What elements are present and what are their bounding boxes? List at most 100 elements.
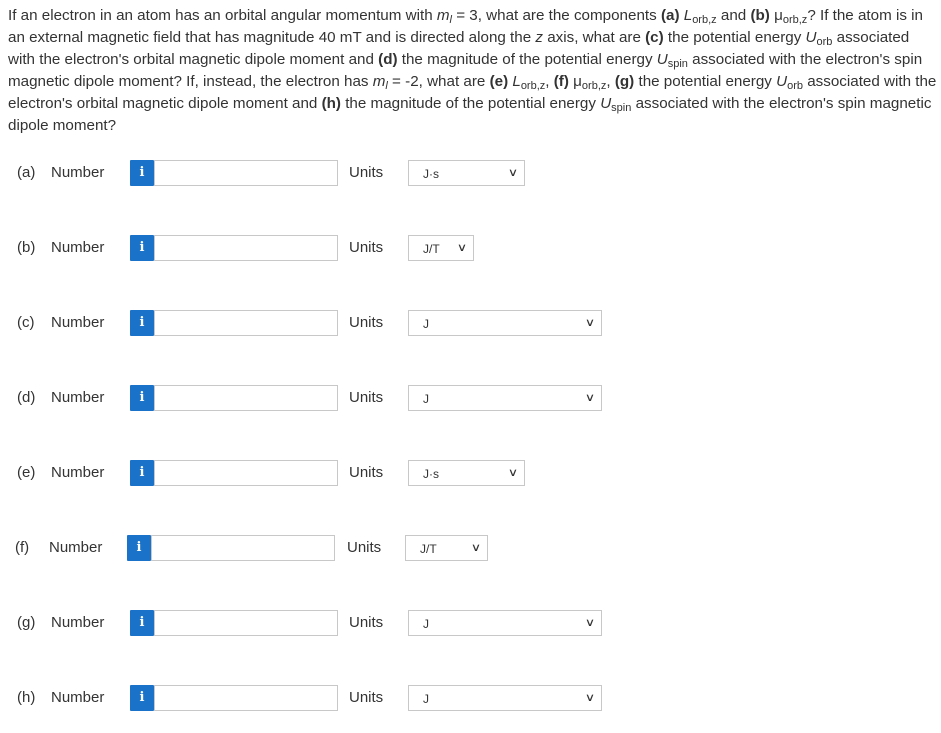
units-label: Units — [349, 464, 384, 481]
subscript-spin: spin — [611, 102, 632, 114]
question-fragment: the magnitude of the potential energy — [397, 51, 657, 68]
units-dropdown[interactable]: J ∨ — [408, 685, 602, 711]
subscript-orb: orb — [816, 36, 833, 48]
part-label: (f) — [15, 539, 30, 556]
symbol-U: U — [805, 29, 817, 46]
units-label: Units — [349, 164, 384, 181]
answer-row-a: (a) Number i Units J·s ∨ — [0, 157, 941, 189]
units-selected-value: J — [423, 317, 429, 331]
info-icon[interactable]: i — [130, 310, 154, 336]
units-selected-value: J — [423, 392, 429, 406]
units-dropdown[interactable]: J/T ∨ — [405, 535, 488, 561]
subscript-orb: orb — [787, 80, 803, 92]
number-label: Number — [51, 314, 105, 331]
symbol-L: L — [683, 7, 693, 24]
part-label: (e) — [17, 464, 36, 481]
info-icon[interactable]: i — [130, 610, 154, 636]
part-label: (h) — [17, 689, 36, 706]
chevron-down-icon: ∨ — [470, 541, 482, 554]
units-dropdown[interactable]: J ∨ — [408, 385, 602, 411]
info-icon[interactable]: i — [130, 385, 154, 411]
chevron-down-icon: ∨ — [584, 616, 596, 629]
symbol-U: U — [600, 95, 612, 112]
units-dropdown[interactable]: J·s ∨ — [408, 460, 525, 486]
row-label: (a) Number — [17, 164, 104, 181]
units-selected-value: J — [423, 617, 429, 631]
part-g-marker: (g) — [614, 73, 635, 90]
units-label: Units — [349, 314, 384, 331]
number-label: Number — [51, 464, 105, 481]
subscript-orbz: orb,z — [520, 80, 546, 92]
units-label: Units — [349, 389, 384, 406]
symbol-L: L — [512, 73, 521, 90]
symbol-U: U — [656, 51, 668, 68]
info-icon[interactable]: i — [130, 685, 154, 711]
part-label: (b) — [17, 239, 36, 256]
subscript-orbz: orb,z — [782, 14, 808, 26]
chevron-down-icon: ∨ — [584, 391, 596, 404]
number-input[interactable] — [151, 535, 335, 561]
part-d-marker: (d) — [378, 51, 398, 68]
info-icon[interactable]: i — [130, 235, 154, 261]
symbol-mu: μ — [774, 7, 783, 24]
symbol-U: U — [776, 73, 788, 90]
answer-row-e: (e) Number i Units J·s ∨ — [0, 457, 941, 489]
number-label: Number — [51, 614, 105, 631]
row-label: (g) Number — [17, 614, 104, 631]
symbol-m: m — [436, 7, 450, 24]
question-fragment: , — [545, 73, 554, 90]
units-label: Units — [347, 539, 382, 556]
answer-row-d: (d) Number i Units J ∨ — [0, 382, 941, 414]
part-label: (a) — [17, 164, 36, 181]
units-label: Units — [349, 614, 384, 631]
units-label: Units — [349, 689, 384, 706]
part-b-marker: (b) — [750, 7, 770, 24]
subscript-orbz: orb,z — [581, 80, 607, 92]
units-dropdown[interactable]: J ∨ — [408, 610, 602, 636]
part-c-marker: (c) — [645, 29, 664, 46]
row-label: (h) Number — [17, 689, 104, 706]
chevron-down-icon: ∨ — [584, 691, 596, 704]
part-label: (d) — [17, 389, 36, 406]
units-dropdown[interactable]: J/T ∨ — [408, 235, 474, 261]
units-dropdown[interactable]: J·s ∨ — [408, 160, 525, 186]
question-text: If an electron in an atom has an orbital… — [8, 5, 938, 137]
row-label: (f) Number — [15, 539, 102, 556]
question-fragment: the potential energy — [634, 73, 777, 90]
question-fragment: = -2, what are — [387, 73, 490, 90]
number-label: Number — [51, 239, 105, 256]
answer-row-f: (f) Number i Units J/T ∨ — [0, 532, 941, 564]
info-icon[interactable]: i — [130, 460, 154, 486]
chevron-down-icon: ∨ — [507, 466, 519, 479]
number-input[interactable] — [154, 460, 338, 486]
number-input[interactable] — [154, 385, 338, 411]
chevron-down-icon: ∨ — [456, 241, 468, 254]
question-fragment: the magnitude of the potential energy — [340, 95, 601, 112]
info-icon[interactable]: i — [130, 160, 154, 186]
part-h-marker: (h) — [321, 95, 341, 112]
part-a-marker: (a) — [660, 7, 680, 24]
row-label: (b) Number — [17, 239, 104, 256]
units-dropdown[interactable]: J ∨ — [408, 310, 602, 336]
part-label: (c) — [17, 314, 35, 331]
question-fragment: = 3, what are the components — [451, 7, 661, 24]
symbol-z: z — [535, 29, 543, 46]
chevron-down-icon: ∨ — [507, 166, 519, 179]
subscript-spin: spin — [667, 58, 688, 70]
units-selected-value: J/T — [420, 542, 437, 556]
symbol-m: m — [372, 73, 386, 90]
subscript-orbz: orb,z — [692, 14, 717, 26]
number-input[interactable] — [154, 235, 338, 261]
part-e-marker: (e) — [489, 73, 509, 90]
units-label: Units — [349, 239, 384, 256]
info-icon[interactable]: i — [127, 535, 151, 561]
units-selected-value: J·s — [423, 467, 439, 481]
number-input[interactable] — [154, 310, 338, 336]
number-input[interactable] — [154, 685, 338, 711]
part-f-marker: (f) — [553, 73, 569, 90]
number-input[interactable] — [154, 160, 338, 186]
chevron-down-icon: ∨ — [584, 316, 596, 329]
question-fragment: If an electron in an atom has an orbital… — [8, 7, 437, 24]
answer-row-h: (h) Number i Units J ∨ — [0, 682, 941, 714]
number-input[interactable] — [154, 610, 338, 636]
